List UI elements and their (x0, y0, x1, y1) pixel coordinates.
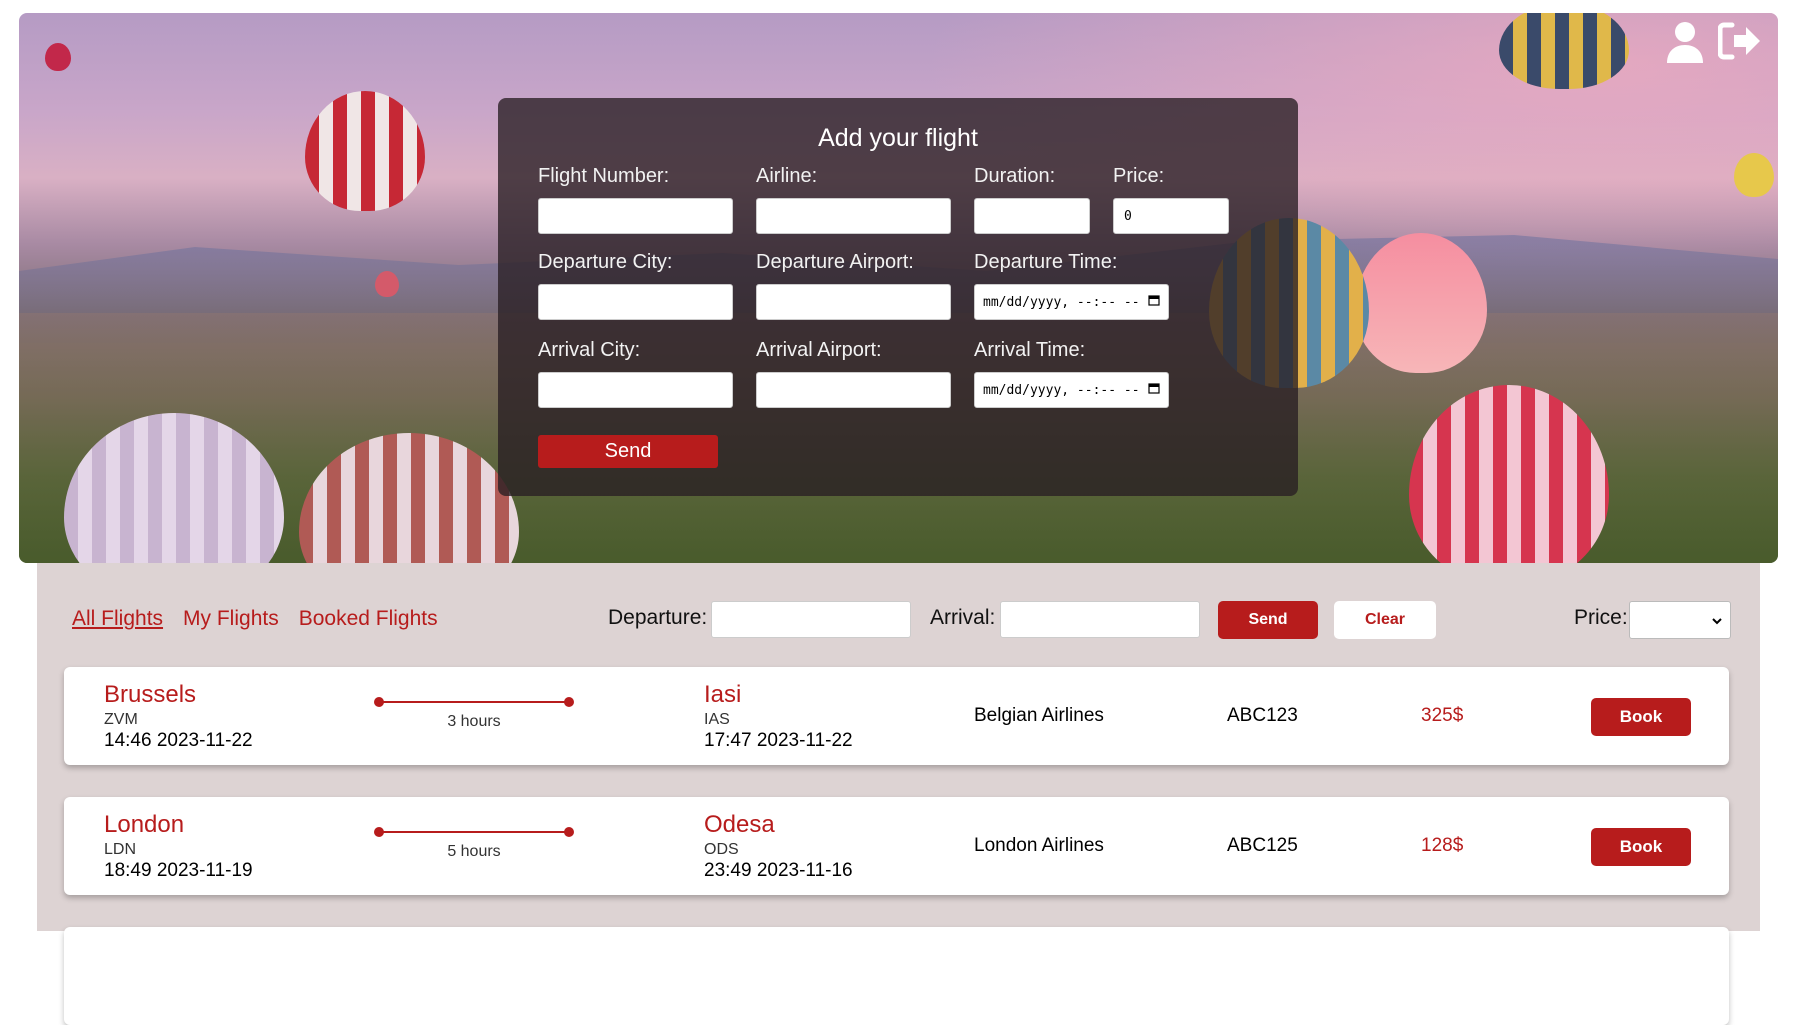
tab-all-flights[interactable]: All Flights (72, 607, 163, 631)
departure-airport-label: Departure Airport: (756, 251, 914, 273)
departure-airport-input[interactable] (756, 284, 951, 320)
route-line (374, 697, 574, 707)
balloon-image (1734, 153, 1774, 197)
arrival-airport-input[interactable] (756, 372, 951, 408)
price-label: Price: (1113, 165, 1165, 187)
form-title: Add your flight (818, 124, 978, 152)
departure-time-input[interactable]: mm/dd/yyyy, --:-- -- (974, 284, 1169, 320)
tab-booked-flights[interactable]: Booked Flights (299, 607, 438, 631)
departure-code: ZVM (104, 711, 138, 728)
duration-label: Duration: (974, 165, 1056, 187)
balloon-image (1355, 233, 1487, 373)
arrival-time-value: mm/dd/yyyy, --:-- -- (983, 382, 1140, 398)
price-value: 0 (1124, 208, 1132, 224)
arrival-code: ODS (704, 841, 739, 858)
departure-city-input[interactable] (538, 284, 733, 320)
departure-time-value: mm/dd/yyyy, --:-- -- (983, 294, 1140, 310)
arrival-city-label: Arrival City: (538, 339, 641, 361)
price-input[interactable]: 0 (1113, 198, 1229, 234)
flight-price: 128$ (1421, 835, 1464, 856)
price-filter-select[interactable] (1629, 601, 1731, 639)
add-flight-form: Add your flight Flight Number: Airline: … (498, 98, 1298, 496)
flight-number-input[interactable] (538, 198, 733, 234)
flight-number: ABC125 (1227, 835, 1298, 856)
airline-input[interactable] (756, 198, 951, 234)
tab-my-flights[interactable]: My Flights (183, 607, 279, 631)
price-filter-label: Price: (1574, 606, 1628, 629)
flight-price: 325$ (1421, 705, 1464, 726)
book-button[interactable]: Book (1591, 698, 1691, 736)
arrival-filter-label: Arrival: (930, 606, 996, 629)
airline-name: Belgian Airlines (974, 705, 1104, 726)
arrival-city-input[interactable] (538, 372, 733, 408)
flight-duration: 3 hours (447, 713, 501, 730)
duration-input[interactable] (974, 198, 1090, 234)
route-line (374, 827, 574, 837)
arrival-city: Odesa (704, 811, 775, 838)
balloon-image (375, 271, 399, 297)
flight-number: ABC123 (1227, 705, 1298, 726)
calendar-icon[interactable] (1148, 382, 1160, 398)
airline-name: London Airlines (974, 835, 1104, 856)
chevron-down-icon (1712, 613, 1722, 628)
departure-time-label: Departure Time: (974, 251, 1118, 273)
filter-send-button[interactable]: Send (1218, 601, 1318, 639)
arrival-airport-label: Arrival Airport: (756, 339, 882, 361)
arrival-time-label: Arrival Time: (974, 339, 1086, 361)
flight-duration: 5 hours (447, 843, 501, 860)
balloon-image (45, 43, 71, 71)
departure-city: Brussels (104, 681, 197, 708)
flights-section: All Flights My Flights Booked Flights De… (37, 563, 1760, 1025)
departure-city-label: Departure City: (538, 251, 673, 273)
flight-tabs: All Flights My Flights Booked Flights (72, 607, 438, 631)
arrival-time: 23:49 2023-11-16 (704, 860, 853, 881)
header-icons (1666, 21, 1760, 63)
departure-time: 14:46 2023-11-22 (104, 730, 253, 751)
departure-code: LDN (104, 841, 137, 858)
airline-label: Airline: (756, 165, 818, 187)
departure-filter-label: Departure: (608, 606, 708, 629)
add-flight-send-button[interactable]: Send (538, 435, 718, 468)
user-icon[interactable] (1666, 21, 1704, 63)
arrival-city: Iasi (704, 681, 742, 708)
arrival-filter-input[interactable] (1000, 601, 1200, 638)
flight-card: London LDN 18:49 2023-11-19 5 hours Odes… (64, 797, 1729, 895)
filter-clear-button[interactable]: Clear (1334, 601, 1436, 639)
calendar-icon[interactable] (1148, 294, 1160, 310)
flight-number-label: Flight Number: (538, 165, 670, 187)
flight-card: Brussels ZVM 14:46 2023-11-22 3 hours Ia… (64, 667, 1729, 765)
arrival-code: IAS (704, 711, 730, 728)
departure-city: London (104, 811, 185, 838)
balloon-image (1499, 13, 1629, 89)
book-button[interactable]: Book (1591, 828, 1691, 866)
departure-filter-input[interactable] (711, 601, 911, 638)
arrival-time: 17:47 2023-11-22 (704, 730, 853, 751)
sign-out-icon[interactable] (1718, 21, 1760, 63)
flight-card (64, 927, 1729, 1025)
departure-time: 18:49 2023-11-19 (104, 860, 253, 881)
balloon-image (305, 91, 425, 211)
arrival-time-input[interactable]: mm/dd/yyyy, --:-- -- (974, 372, 1169, 408)
